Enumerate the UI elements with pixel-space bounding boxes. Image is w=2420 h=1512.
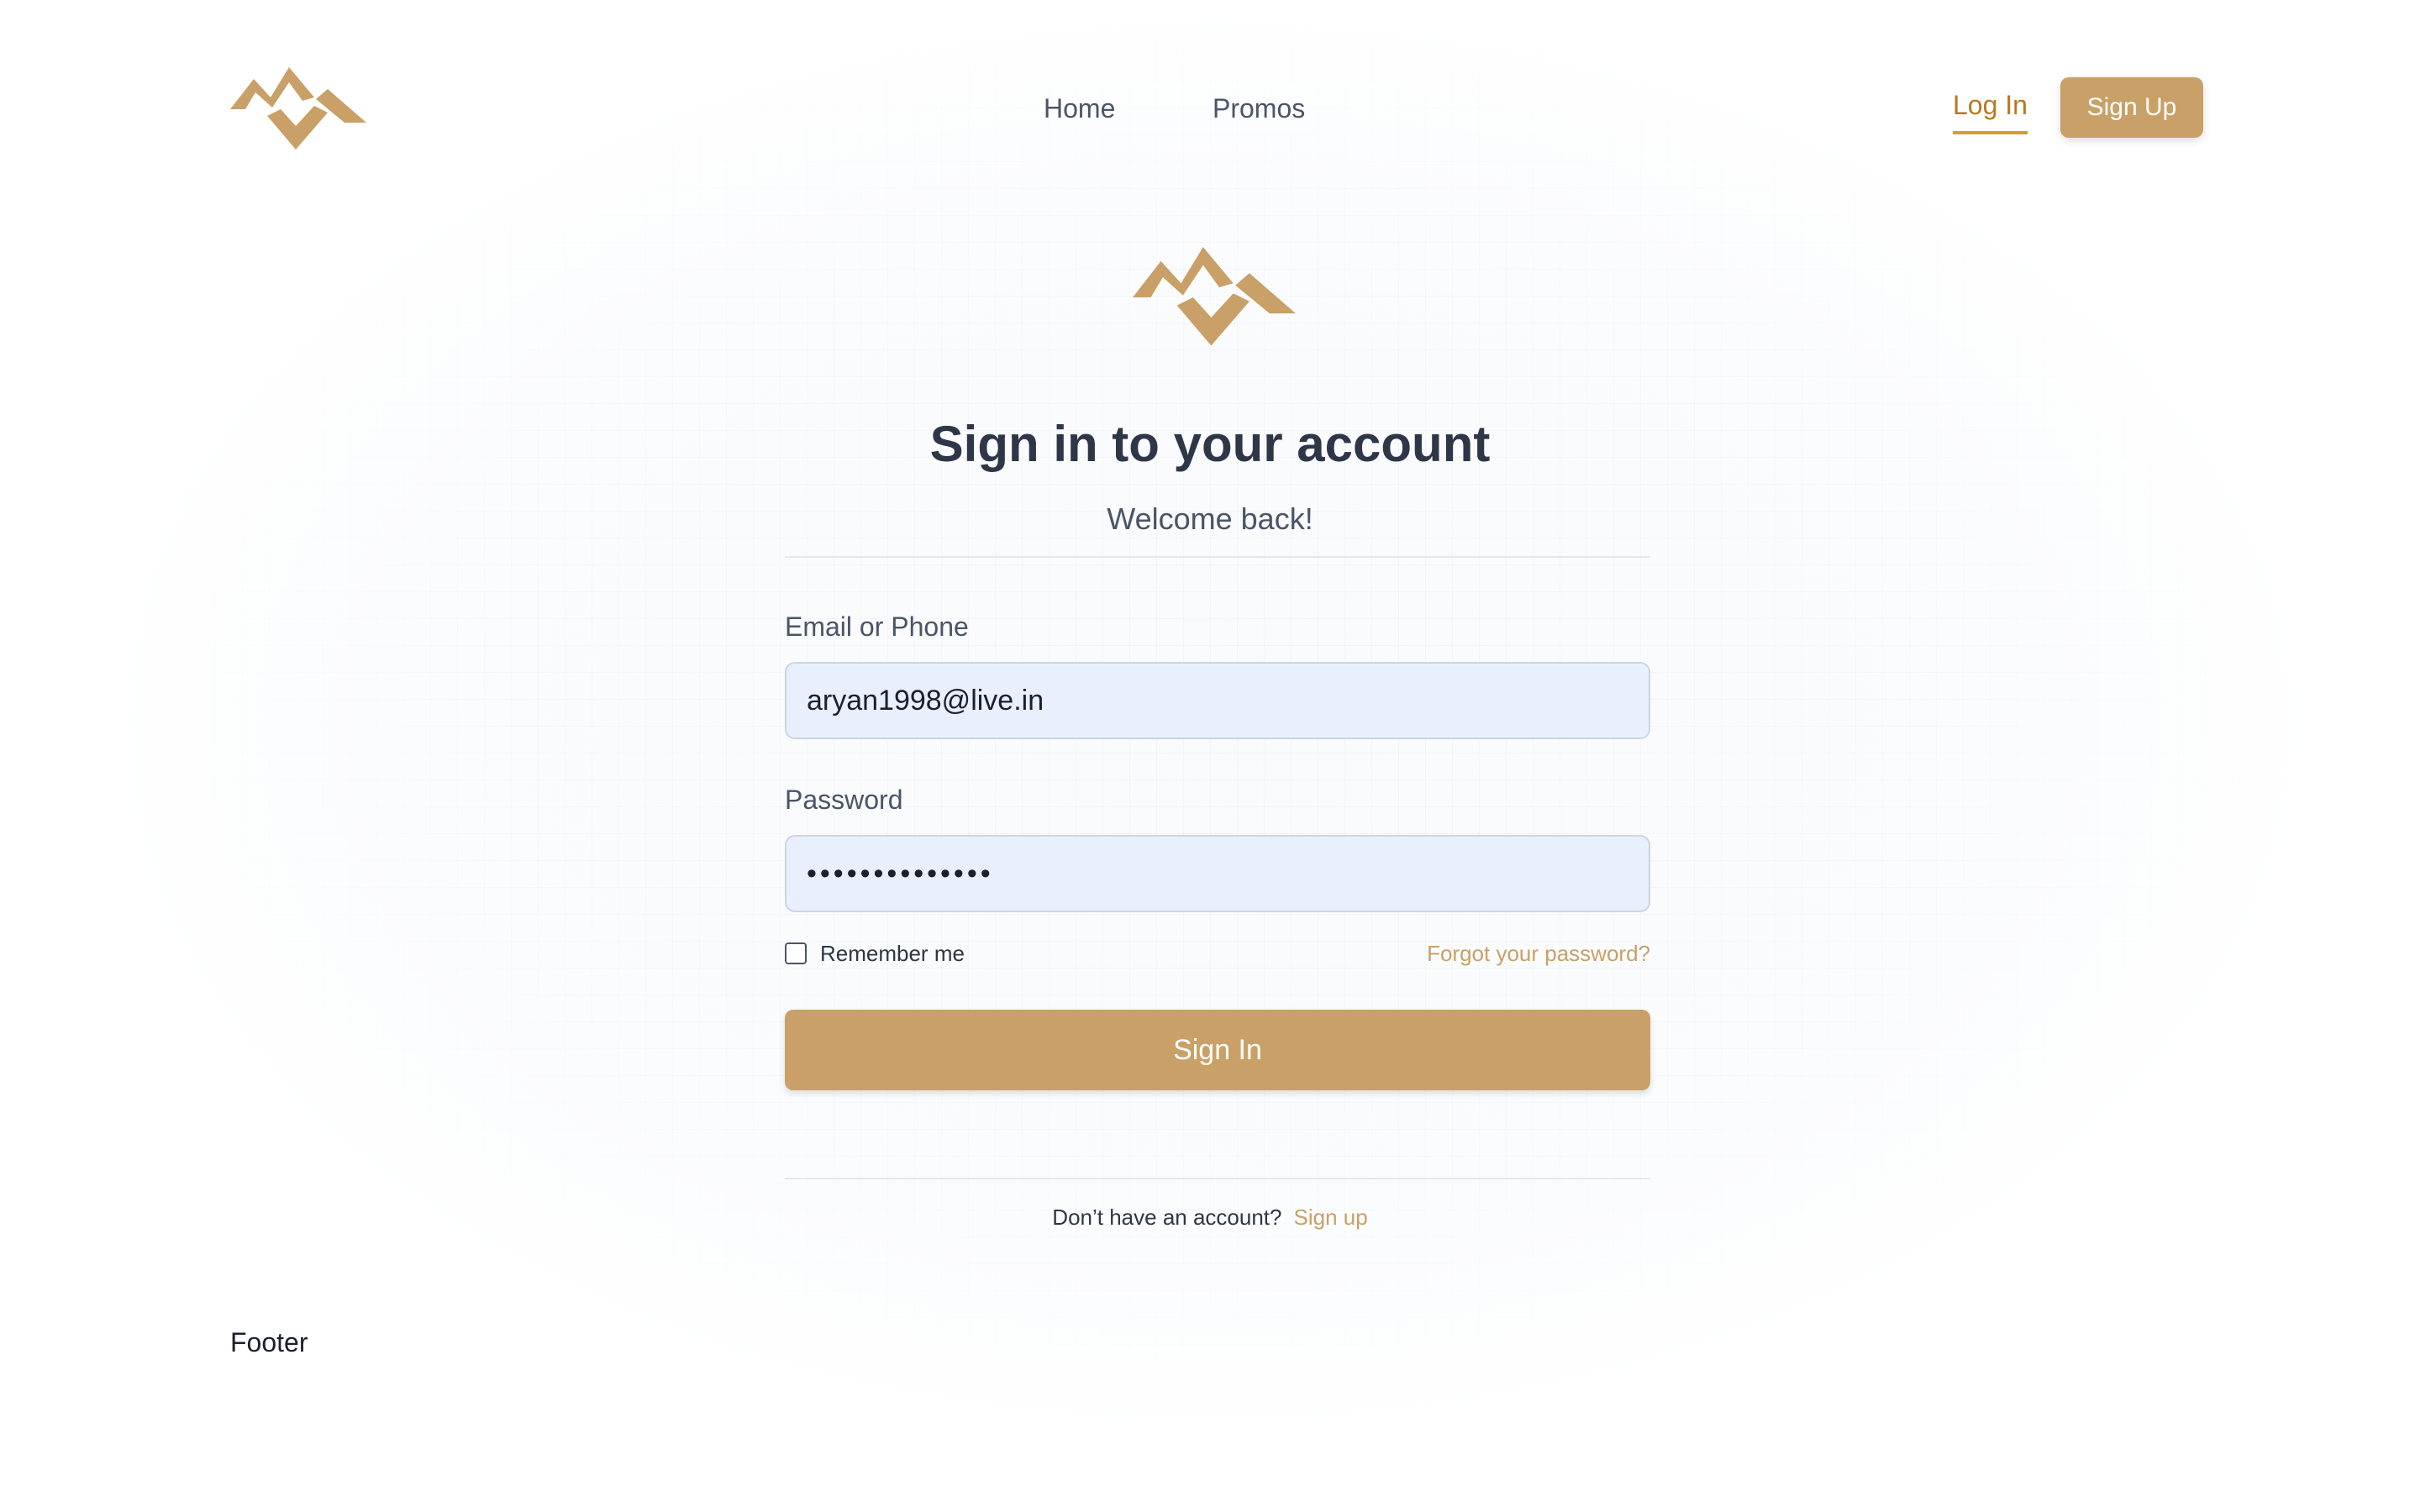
sign-in-button[interactable]: Sign In (785, 1010, 1650, 1090)
divider (785, 556, 1650, 558)
divider (785, 1178, 1650, 1179)
page-subtitle: Welcome back! (1107, 501, 1313, 536)
background-grid (0, 0, 2420, 1512)
login-link[interactable]: Log In (1953, 87, 2028, 134)
site-footer: Footer (230, 1327, 308, 1357)
email-label: Email or Phone (785, 612, 969, 642)
forgot-password-link[interactable]: Forgot your password? (1427, 939, 1650, 968)
login-page: Home Promos Log In Sign Up Sign in to yo… (0, 0, 2420, 1512)
nav-home-link[interactable]: Home (1044, 91, 1115, 126)
brand-logo-icon[interactable] (230, 67, 366, 151)
email-field[interactable] (785, 662, 1650, 739)
password-field[interactable] (785, 835, 1650, 912)
remember-me-checkbox[interactable] (785, 942, 807, 964)
nav-promos-link[interactable]: Promos (1213, 91, 1305, 126)
signup-button[interactable]: Sign Up (2060, 77, 2203, 138)
no-account-row: Don’t have an account? Sign up (0, 1203, 2420, 1231)
remember-me-label[interactable]: Remember me (820, 939, 965, 968)
page-title: Sign in to your account (929, 416, 1491, 472)
remember-me: Remember me (785, 939, 965, 968)
no-account-text: Don’t have an account? (1052, 1205, 1282, 1230)
password-label: Password (785, 785, 903, 815)
site-header: Home Promos Log In Sign Up (0, 0, 2420, 218)
brand-logo-icon (1133, 247, 1296, 348)
signup-link[interactable]: Sign up (1294, 1205, 1368, 1230)
